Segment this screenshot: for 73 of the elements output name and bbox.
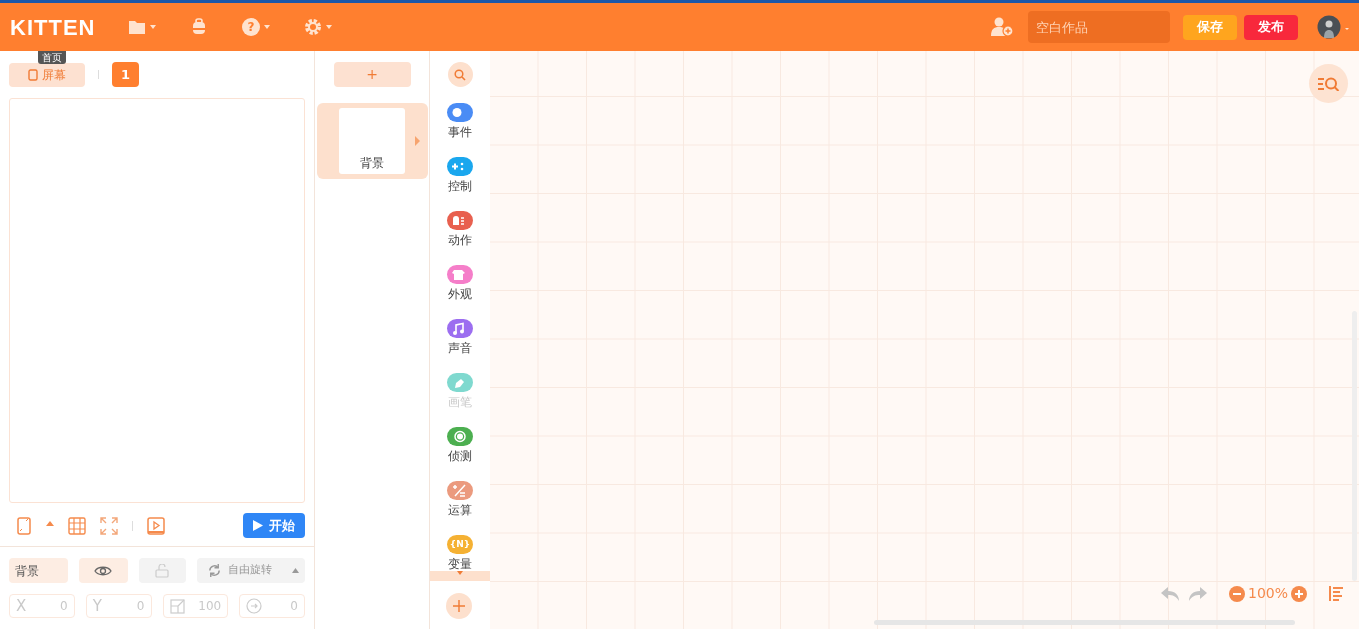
undo-icon[interactable] [1160,586,1179,601]
category-icon: {N} [447,535,473,554]
lock-icon [154,563,171,578]
category-label: 外观 [448,286,472,303]
sprite-name-field[interactable]: 背景 [9,558,68,583]
category-button[interactable]: 事件 [447,103,473,157]
align-blocks-icon[interactable] [1329,586,1343,601]
visibility-button[interactable] [78,558,128,583]
category-button[interactable]: 侦测 [447,427,473,481]
caret-icon [326,25,332,29]
category-button[interactable]: 运算 [447,481,473,535]
rotate-icon [207,563,223,578]
rotation-mode-dropdown[interactable]: 自由旋转 [197,558,305,583]
screen-count-button[interactable]: 1 [112,62,139,87]
backpack-menu[interactable] [190,18,208,36]
logo: KITTEN [10,13,97,42]
add-extension-button[interactable] [446,593,472,619]
backpack-icon [190,18,208,36]
search-button[interactable] [447,62,473,87]
horizontal-scrollbar[interactable] [874,620,1295,625]
lock-button[interactable] [138,558,187,583]
category-label: 运算 [448,502,472,519]
device-frame-icon[interactable] [16,516,32,535]
category-label: 事件 [448,124,472,141]
zoom-in-icon[interactable] [1291,585,1307,602]
redo-icon[interactable] [1188,586,1207,601]
grid-icon[interactable] [68,516,86,535]
caret-icon [150,25,156,29]
search-list-icon [1317,76,1340,91]
sprite-card[interactable]: 背景 [316,103,428,179]
publish-button[interactable]: 发布 [1243,14,1298,40]
search-icon [454,68,466,81]
expand-arrow-icon [414,136,420,146]
category-button[interactable]: 控制 [447,157,473,211]
category-label: 侦测 [448,448,472,465]
caret-icon [264,25,270,29]
category-button[interactable]: 声音 [447,319,473,373]
help-icon: ? [242,18,260,36]
screen-button[interactable]: 屏幕 [9,62,85,87]
folder-icon [128,18,146,36]
save-button[interactable]: 保存 [1183,14,1237,40]
category-button[interactable]: 外观 [447,265,473,319]
phone-icon [28,68,39,81]
folder-menu[interactable] [128,18,156,36]
plus-icon [453,600,465,612]
rotation-icon [246,598,263,614]
settings-icon [304,18,322,36]
zoom-level: 100% [1247,584,1288,603]
scroll-down-button[interactable] [430,571,490,581]
settings-menu[interactable] [304,18,332,36]
add-sprite-button[interactable]: + [333,62,411,87]
category-label: 变量 [448,556,472,573]
sprite-name: 背景 [359,155,384,172]
size-icon [169,598,185,614]
caret-icon [457,571,463,575]
category-label: 声音 [448,340,472,357]
add-collaborator-icon[interactable] [991,16,1015,38]
caret-icon [292,568,299,573]
video-play-icon[interactable] [147,516,165,535]
category-label: 动作 [448,232,472,249]
fullscreen-icon[interactable] [100,516,118,535]
zoom-out-icon[interactable] [1228,585,1245,602]
help-menu[interactable]: ? [242,18,270,36]
start-button[interactable]: 开始 [242,513,305,538]
tooltip: 首页 [38,51,66,64]
category-button[interactable]: 动作 [447,211,473,265]
project-name-field[interactable]: 空白作品 [1028,11,1170,43]
block-search-button[interactable] [1309,64,1348,103]
category-label: 控制 [448,178,472,195]
code-canvas[interactable]: 100% [490,51,1359,629]
user-avatar[interactable] [1317,14,1349,40]
play-icon [252,520,263,531]
eye-icon [94,564,113,577]
